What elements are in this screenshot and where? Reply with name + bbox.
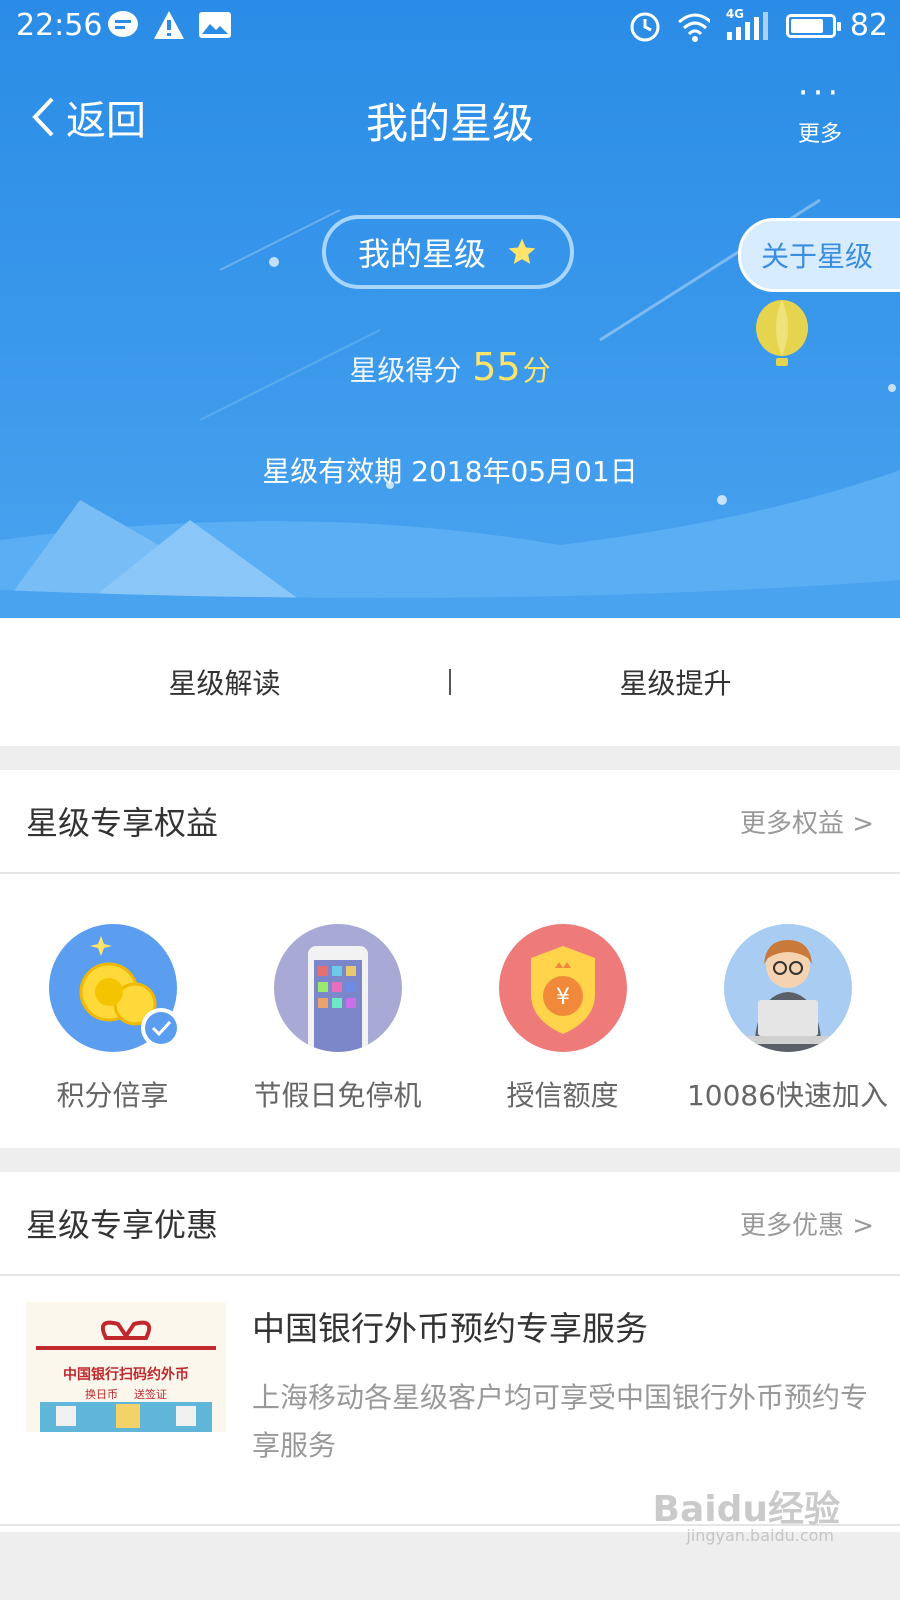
shield-yuan-icon: ¥ bbox=[498, 924, 627, 1052]
score-prefix: 星级得分 bbox=[349, 354, 462, 387]
offer-title: 中国银行外币预约专享服务 bbox=[252, 1309, 648, 1348]
benefit-points[interactable]: 积分倍享 bbox=[8, 924, 218, 1134]
battery-icon bbox=[785, 13, 841, 38]
offer-image-tag: 送签证 bbox=[134, 1388, 167, 1401]
benefit-credit[interactable]: ¥ 授信额度 bbox=[458, 924, 668, 1134]
warning-icon bbox=[152, 8, 186, 42]
star-icon bbox=[508, 238, 536, 264]
more-label: 更多 bbox=[797, 122, 842, 147]
watermark-logo: Baidu经验 bbox=[652, 1489, 840, 1530]
benefit-10086[interactable]: 10086快速加入 bbox=[683, 924, 893, 1134]
offer-text: 中国银行外币预约专享服务 上海移动各星级客户均可享受中国银行外币预约专享服务 bbox=[252, 1302, 874, 1498]
star-score: 星级得分 55分 bbox=[0, 345, 900, 389]
offers-card: 星级专享优惠 更多优惠 > 中国银行扫码约外币 换日币 送签证 中国银行外币预约… bbox=[0, 1172, 900, 1532]
benefits-title: 星级专享权益 bbox=[26, 804, 219, 842]
benefit-label: 10086快速加入 bbox=[686, 1079, 889, 1112]
tab-star-interpretation[interactable]: 星级解读 bbox=[0, 662, 449, 702]
more-button[interactable]: ··· 更多 bbox=[780, 76, 860, 148]
wifi-icon bbox=[676, 9, 710, 43]
coins-icon bbox=[48, 924, 181, 1052]
validity-text: 星级有效期 2018年05月01日 bbox=[262, 455, 638, 488]
alarm-icon bbox=[628, 9, 662, 43]
offer-image-title: 中国银行扫码约外币 bbox=[63, 1367, 189, 1383]
svg-text:¥: ¥ bbox=[556, 985, 570, 1010]
signal-icon: 4G bbox=[724, 6, 772, 43]
image-icon bbox=[198, 8, 232, 42]
phone-icon bbox=[273, 924, 402, 1052]
more-offers-link[interactable]: 更多优惠 > bbox=[740, 1205, 874, 1242]
my-star-level-badge: 我的星级 bbox=[322, 215, 574, 289]
offer-image: 中国银行扫码约外币 换日币 送签证 bbox=[26, 1302, 226, 1432]
battery-percent: 82 bbox=[849, 8, 888, 43]
benefits-list: 积分倍享 节假日免停机 ¥ 授信额度 10086快速加入 bbox=[0, 874, 900, 1134]
score-unit: 分 bbox=[522, 354, 551, 387]
benefit-label: 节假日免停机 bbox=[253, 1079, 422, 1112]
offer-image-tags: 换日币 送签证 bbox=[26, 1386, 226, 1402]
status-time: 22:56 bbox=[16, 8, 103, 43]
offer-image-tag: 换日币 bbox=[85, 1388, 118, 1401]
score-value: 55 bbox=[472, 345, 521, 389]
page-title: 我的星级 bbox=[365, 99, 534, 148]
star-level-label: 我的星级 bbox=[357, 235, 486, 273]
benefits-card: 星级专享权益 更多权益 > 积分倍享 节假日免停机 ¥ 授信额度 10086快速… bbox=[0, 770, 900, 1148]
benefits-header: 星级专享权益 更多权益 > bbox=[0, 770, 900, 874]
watermark-url: jingyan.baidu.com bbox=[686, 1526, 834, 1545]
network-type: 4G bbox=[725, 6, 745, 21]
about-star-level-button[interactable]: 关于星级 bbox=[738, 218, 900, 292]
message-icon bbox=[106, 8, 140, 42]
more-dots-icon: ··· bbox=[797, 73, 843, 113]
more-benefits-link[interactable]: 更多权益 > bbox=[740, 803, 874, 840]
status-bar: 22:56 4G 82 bbox=[0, 0, 900, 56]
benefit-label: 授信额度 bbox=[506, 1079, 619, 1112]
offers-title: 星级专享优惠 bbox=[26, 1206, 219, 1244]
offers-header: 星级专享优惠 更多优惠 > bbox=[0, 1172, 900, 1276]
customer-service-icon bbox=[723, 924, 852, 1052]
nav-bar: 返回 我的星级 ··· 更多 bbox=[0, 62, 900, 172]
tab-star-upgrade[interactable]: 星级提升 bbox=[451, 662, 900, 702]
benefit-label: 积分倍享 bbox=[56, 1079, 169, 1112]
star-tabs: 星级解读 星级提升 bbox=[0, 618, 900, 746]
offer-description: 上海移动各星级客户均可享受中国银行外币预约专享服务 bbox=[252, 1381, 869, 1462]
benefit-holiday[interactable]: 节假日免停机 bbox=[233, 924, 443, 1134]
